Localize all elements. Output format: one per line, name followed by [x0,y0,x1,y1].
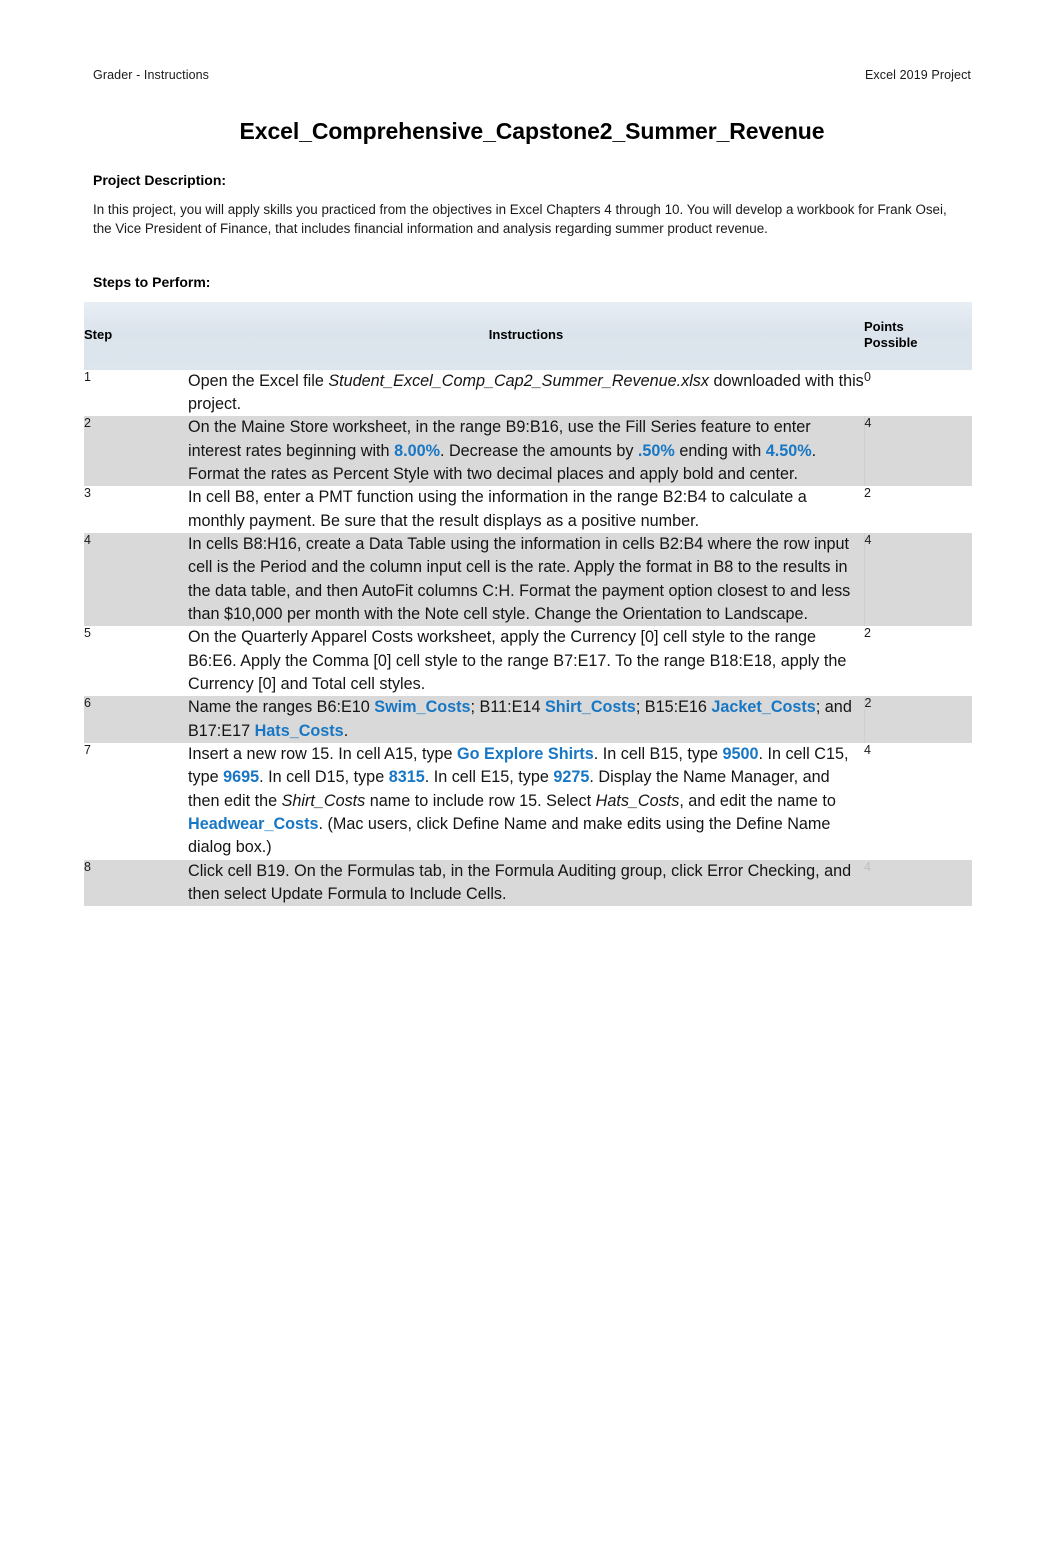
running-header-right: Excel 2019 Project [864,68,971,82]
table-row: 2 On the Maine Store worksheet, in the ra… [84,416,972,487]
points-possible: 2 [864,626,972,697]
steps-table-body: 1 Open the Excel file Student_Excel_Comp_… [84,369,972,907]
instruction-value: Swim_Costs [374,698,471,717]
instruction-emphasis: Shirt_Costs [281,791,366,810]
instruction-text: In cell B8, enter a PMT function using t… [188,488,807,530]
table-row: 3 In cell B8, enter a PMT function using … [84,486,972,534]
instruction-emphasis: Hats_Costs [595,791,680,810]
instruction-text: . Decrease the amounts by [439,441,638,460]
points-possible: 4 [864,742,972,860]
step-instructions: On the Maine Store worksheet, in the ran… [188,416,865,487]
running-header-left: Grader - Instructions [93,68,210,82]
points-possible: 2 [864,486,972,534]
step-instructions: Insert a new row 15. In cell A15, type G… [188,742,864,860]
points-possible: 4 [864,859,972,907]
step-instructions: Open the Excel file Student_Excel_Comp_C… [188,369,864,417]
instruction-value: Shirt_Costs [544,698,636,717]
instruction-value: Hats_Costs [254,721,344,740]
points-possible: 0 [864,369,972,417]
step-instructions: In cells B8:H16, create a Data Table usi… [188,533,865,627]
instruction-text: Click cell B19. On the Formulas tab, in … [188,861,852,903]
step-number: 8 [84,859,188,907]
instruction-value: 4.50% [765,441,812,460]
running-header: Grader - Instructions Excel 2019 Project [93,68,971,82]
step-number: 4 [84,533,188,627]
page-title: Excel_Comprehensive_Capstone2_Summer_Rev… [239,118,825,144]
table-row: 4 In cells B8:H16, create a Data Table us… [84,533,972,627]
step-number: 3 [84,486,188,534]
column-header-step: Step [84,302,188,370]
step-instructions: Name the ranges B6:E10 Swim_Costs; B11:E… [188,696,865,743]
page-fade-overlay [0,1238,1062,1274]
step-number: 6 [84,696,188,743]
points-possible: 4 [864,533,972,627]
step-number: 1 [84,369,188,417]
instruction-value: 8.00% [394,441,440,460]
table-row: 1 Open the Excel file Student_Excel_Comp_… [84,369,972,417]
points-possible: 2 [864,696,972,743]
instruction-value: Headwear_Costs [188,814,319,833]
table-header-row: Step Instructions Points Possible [84,302,972,370]
instruction-text: ; B15:E16 [635,698,712,717]
instruction-value: Go Explore Shirts [457,744,594,763]
instruction-text: . In cell D15, type [259,768,389,787]
instruction-text: . In cell B15, type [593,744,723,763]
points-possible: 4 [864,416,972,487]
instruction-value: 9695 [223,768,260,787]
instruction-text: . [343,721,349,740]
table-row: 8 Click cell B19. On the Formulas tab, in… [84,859,972,907]
instruction-text: Insert a new row 15. In cell A15, type [188,744,458,763]
document-page: Grader - Instructions Excel 2019 Project… [0,0,1062,1556]
instruction-value: 8315 [388,768,425,787]
points-header-line1: Points [864,319,904,334]
step-number: 7 [84,742,188,860]
step-instructions: On the Quarterly Apparel Costs worksheet… [188,626,864,697]
instruction-value: Jacket_Costs [711,698,816,717]
points-header-line2: Possible [864,334,918,350]
instruction-value: 9500 [722,744,759,763]
step-instructions: Click cell B19. On the Formulas tab, in … [188,859,864,907]
instruction-text: In cells B8:H16, create a Data Table usi… [188,535,851,623]
steps-to-perform-label: Steps to Perform: [93,274,211,290]
steps-table: Step Instructions Points Possible 1 Open … [84,302,972,907]
instruction-value: 9275 [553,768,590,787]
project-description-label: Project Description: [93,172,227,188]
table-row: 7 Insert a new row 15. In cell A15, type … [84,742,972,860]
table-row: 5 On the Quarterly Apparel Costs workshee… [84,626,972,697]
steps-table-header: Step Instructions Points Possible [84,302,972,370]
instruction-text: ; B11:E14 [470,698,545,717]
instruction-text: On the Quarterly Apparel Costs worksheet… [188,628,847,693]
instruction-text: name to include row 15. Select [365,791,596,810]
instruction-text: Open the Excel file [188,371,329,390]
instruction-text: . In cell E15, type [424,768,554,787]
step-instructions: In cell B8, enter a PMT function using t… [188,486,864,534]
instruction-emphasis: Student_Excel_Comp_Cap2_Summer_Revenue.x… [328,371,709,390]
column-header-instructions: Instructions [188,302,864,370]
instruction-text: ending with [674,441,766,460]
table-row: 6 Name the ranges B6:E10 Swim_Costs; B11:… [84,696,972,743]
instruction-text: Name the ranges B6:E10 [188,698,375,717]
step-number: 5 [84,626,188,697]
instruction-text: , and edit the name to [679,791,836,810]
column-header-points-possible: Points Possible [864,302,972,370]
step-number: 2 [84,416,188,487]
instruction-value: .50% [637,441,675,460]
project-description-body: In this project, you will apply skills y… [93,202,947,237]
